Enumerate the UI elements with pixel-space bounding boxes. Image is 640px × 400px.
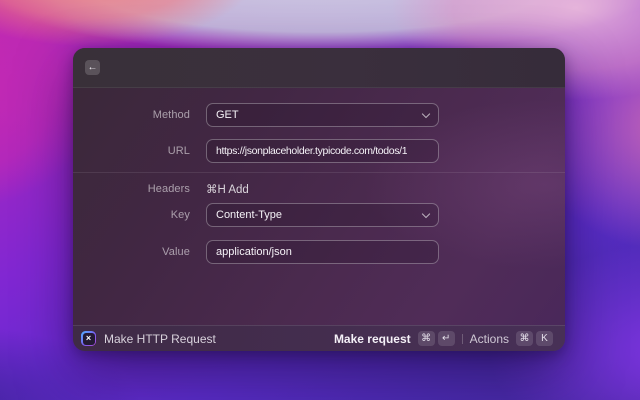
headers-label: Headers [147,183,190,195]
value-value: application/json [216,246,292,258]
command-key-icon: ⌘ [516,331,533,346]
footer-actions: Make request ⌘ ↵ Actions ⌘ K [334,331,553,346]
titlebar: ← [73,48,565,88]
return-key-icon: ↵ [437,331,455,346]
footer-separator [461,333,463,344]
chevron-down-icon [421,209,431,218]
extension-title: Make HTTP Request [104,331,216,346]
actions-button[interactable]: Actions [470,332,509,346]
value-label: Value [162,246,190,258]
section-divider [73,172,565,173]
headers-row: Headers ⌘H Add [73,181,565,197]
form-area: Method GET URL https://jsonplaceholder.t… [73,88,565,325]
back-button[interactable]: ← [85,60,100,75]
chevron-down-icon [421,109,431,118]
http-request-extension-icon: × [81,331,96,346]
actions-shortcut: ⌘ K [516,331,553,346]
key-label: Key [170,209,190,221]
make-request-shortcut: ⌘ ↵ [417,331,455,346]
url-input[interactable]: https://jsonplaceholder.typicode.com/tod… [206,139,439,163]
key-select[interactable]: Content-Type [206,203,439,227]
raycast-window: ← Method GET URL https://jsonplaceholder… [73,48,565,351]
value-input[interactable]: application/json [206,240,439,264]
header-value-row: Value application/json [73,240,565,264]
desktop-wallpaper: { "window": { "titlebar": { "back_icon":… [0,0,640,400]
header-key-row: Key Content-Type [73,203,565,227]
method-row: Method GET [73,103,565,127]
action-bar: × Make HTTP Request Make request ⌘ ↵ Act… [73,325,565,351]
back-arrow-icon: ← [87,61,98,73]
method-value: GET [216,109,239,121]
method-label: Method [152,109,190,121]
key-value: Content-Type [216,209,283,221]
url-value: https://jsonplaceholder.typicode.com/tod… [216,145,408,157]
command-key-icon: ⌘ [417,331,435,346]
make-request-button[interactable]: Make request [334,332,411,346]
extension-glyph-icon: × [82,332,95,345]
url-label: URL [167,145,190,157]
add-header-button[interactable]: ⌘H Add [206,182,249,196]
k-key-icon: K [536,331,553,346]
url-row: URL https://jsonplaceholder.typicode.com… [73,139,565,163]
method-select[interactable]: GET [206,103,439,127]
